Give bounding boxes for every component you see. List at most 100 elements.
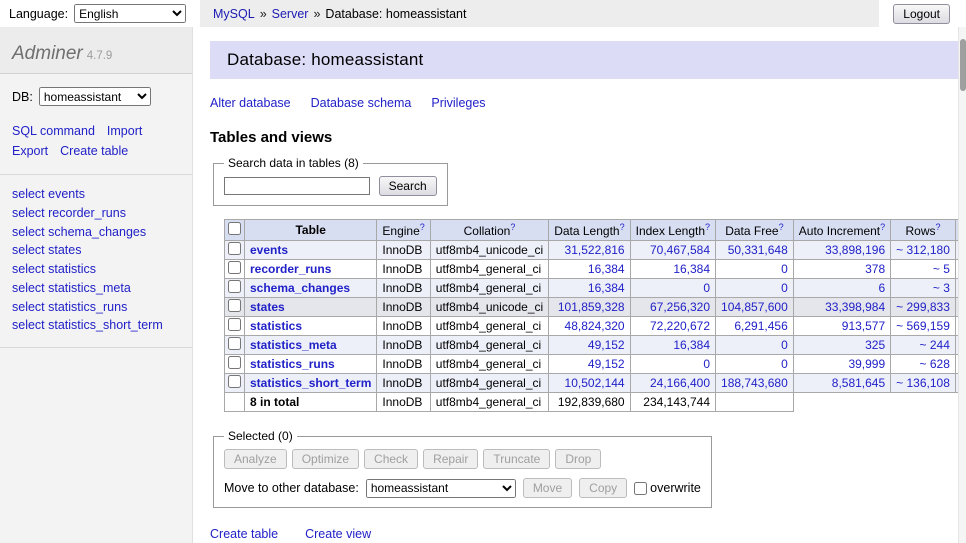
app-logo[interactable]: Adminer [12, 43, 83, 64]
rows-count-link[interactable]: ~ 569,159 [896, 319, 950, 333]
data-free-link[interactable]: 50,331,648 [728, 243, 788, 257]
rows-count-link[interactable]: ~ 244 [920, 338, 950, 352]
drop-button[interactable]: Drop [555, 449, 601, 469]
check-button[interactable]: Check [364, 449, 418, 469]
logout-button[interactable]: Logout [893, 4, 950, 24]
data-free-link[interactable]: 0 [781, 338, 788, 352]
index-length-link[interactable]: 0 [703, 357, 710, 371]
repair-button[interactable]: Repair [423, 449, 478, 469]
index-length-link[interactable]: 70,467,584 [650, 243, 710, 257]
help-link[interactable]: ? [510, 222, 515, 232]
sidebar-select-events[interactable]: select events [12, 185, 180, 204]
search-button[interactable]: Search [379, 176, 437, 196]
copy-button[interactable]: Copy [579, 478, 627, 498]
auto-increment-link[interactable]: 39,999 [848, 357, 885, 371]
rows-count-link[interactable]: ~ 299,833 [896, 300, 950, 314]
auto-increment-link[interactable]: 33,398,984 [825, 300, 885, 314]
auto-increment-link[interactable]: 913,577 [842, 319, 885, 333]
table-name-link[interactable]: statistics [250, 319, 302, 333]
scrollbar[interactable] [958, 27, 966, 543]
auto-increment-link[interactable]: 378 [865, 262, 885, 276]
rows-count-link[interactable]: ~ 628 [920, 357, 950, 371]
database-schema-link[interactable]: Database schema [311, 96, 412, 110]
sidebar-link-export[interactable]: Export [12, 144, 48, 158]
data-free-link[interactable]: 0 [781, 357, 788, 371]
row-checkbox[interactable] [228, 242, 241, 255]
sidebar-select-states[interactable]: select states [12, 241, 180, 260]
sidebar-select-statistics-short-term[interactable]: select statistics_short_term [12, 316, 180, 335]
index-length-link[interactable]: 16,384 [673, 338, 710, 352]
table-name-link[interactable]: events [250, 243, 288, 257]
index-length-link[interactable]: 67,256,320 [650, 300, 710, 314]
index-length-link[interactable]: 16,384 [673, 262, 710, 276]
sidebar-link-create-table[interactable]: Create table [60, 144, 128, 158]
data-length-link[interactable]: 101,859,328 [558, 300, 625, 314]
sidebar-select-recorder-runs[interactable]: select recorder_runs [12, 204, 180, 223]
index-length-link[interactable]: 72,220,672 [650, 319, 710, 333]
search-input[interactable] [224, 177, 370, 195]
data-length-link[interactable]: 49,152 [588, 338, 625, 352]
help-link[interactable]: ? [620, 222, 625, 232]
breadcrumb-link-mysql[interactable]: MySQL [213, 7, 255, 21]
help-link[interactable]: ? [880, 222, 885, 232]
sidebar-select-statistics[interactable]: select statistics [12, 260, 180, 279]
data-free-link[interactable]: 188,743,680 [721, 376, 788, 390]
overwrite-checkbox[interactable] [634, 482, 647, 495]
auto-increment-link[interactable]: 325 [865, 338, 885, 352]
db-select[interactable]: homeassistant [39, 87, 151, 106]
row-checkbox[interactable] [228, 299, 241, 312]
auto-increment-link[interactable]: 6 [878, 281, 885, 295]
help-link[interactable]: ? [936, 222, 941, 232]
sidebar-select-statistics-runs[interactable]: select statistics_runs [12, 298, 180, 317]
create-view-link[interactable]: Create view [305, 527, 371, 541]
index-length-link[interactable]: 24,166,400 [650, 376, 710, 390]
data-free-link[interactable]: 6,291,456 [734, 319, 787, 333]
table-name-link[interactable]: statistics_short_term [250, 376, 371, 390]
analyze-button[interactable]: Analyze [224, 449, 287, 469]
sidebar-select-schema-changes[interactable]: select schema_changes [12, 223, 180, 242]
data-free-link[interactable]: 0 [781, 281, 788, 295]
table-name-link[interactable]: schema_changes [250, 281, 350, 295]
table-name-link[interactable]: statistics_meta [250, 338, 337, 352]
breadcrumb-link-server[interactable]: Server [272, 7, 309, 21]
rows-count-link[interactable]: ~ 5 [933, 262, 950, 276]
data-length-link[interactable]: 31,522,816 [565, 243, 625, 257]
truncate-button[interactable]: Truncate [483, 449, 550, 469]
row-checkbox[interactable] [228, 337, 241, 350]
move-database-select[interactable]: homeassistant [366, 479, 516, 498]
sidebar-select-statistics-meta[interactable]: select statistics_meta [12, 279, 180, 298]
data-length-link[interactable]: 10,502,144 [565, 376, 625, 390]
auto-increment-link[interactable]: 33,898,196 [825, 243, 885, 257]
data-free-link[interactable]: 104,857,600 [721, 300, 788, 314]
rows-count-link[interactable]: ~ 136,108 [896, 376, 950, 390]
row-checkbox[interactable] [228, 375, 241, 388]
help-link[interactable]: ? [420, 222, 425, 232]
table-name-link[interactable]: statistics_runs [250, 357, 335, 371]
rows-count-link[interactable]: ~ 3 [933, 281, 950, 295]
row-checkbox[interactable] [228, 280, 241, 293]
data-free-link[interactable]: 0 [781, 262, 788, 276]
optimize-button[interactable]: Optimize [292, 449, 359, 469]
auto-increment-link[interactable]: 8,581,645 [832, 376, 885, 390]
data-length-link[interactable]: 49,152 [588, 357, 625, 371]
create-table-link[interactable]: Create table [210, 527, 278, 541]
row-checkbox[interactable] [228, 356, 241, 369]
select-all-checkbox[interactable] [228, 222, 241, 235]
help-link[interactable]: ? [705, 222, 710, 232]
row-checkbox[interactable] [228, 261, 241, 274]
privileges-link[interactable]: Privileges [431, 96, 485, 110]
data-length-link[interactable]: 48,824,320 [565, 319, 625, 333]
sidebar-link-import[interactable]: Import [107, 124, 142, 138]
language-select[interactable]: English [74, 4, 186, 23]
scrollbar-thumb[interactable] [960, 39, 966, 91]
table-name-link[interactable]: recorder_runs [250, 262, 331, 276]
row-checkbox[interactable] [228, 318, 241, 331]
rows-count-link[interactable]: ~ 312,180 [896, 243, 950, 257]
move-button[interactable]: Move [523, 478, 572, 498]
alter-database-link[interactable]: Alter database [210, 96, 291, 110]
index-length-link[interactable]: 0 [703, 281, 710, 295]
sidebar-link-sql-command[interactable]: SQL command [12, 124, 95, 138]
data-length-link[interactable]: 16,384 [588, 262, 625, 276]
table-name-link[interactable]: states [250, 300, 285, 314]
data-length-link[interactable]: 16,384 [588, 281, 625, 295]
